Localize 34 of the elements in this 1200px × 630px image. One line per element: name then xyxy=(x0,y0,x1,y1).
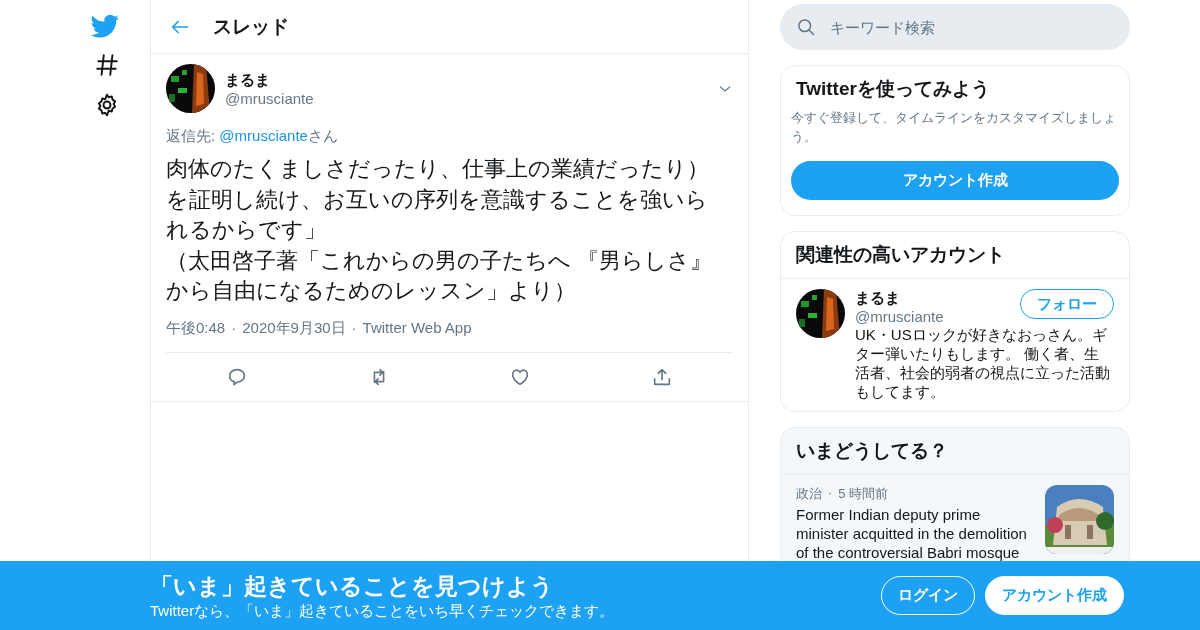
trend-category[interactable]: 政治 xyxy=(796,485,822,503)
user-name[interactable]: まるま xyxy=(855,289,944,308)
bird-logo-icon[interactable] xyxy=(90,12,120,38)
search-field[interactable]: キーワード検索 xyxy=(780,4,1130,50)
sign-up-button[interactable]: アカウント作成 xyxy=(791,161,1119,200)
banner-subtitle: Twitterなら、「いま」起きていることをいち早くチェックできます。 xyxy=(150,601,616,621)
follow-button[interactable]: フォロー xyxy=(1020,289,1114,319)
tweet-text: （太田啓子著「これからの男の子たちへ 『男らしさ』から自由になるためのレッスン」より） xyxy=(166,246,714,305)
card-title: いまどうしてる？ xyxy=(795,439,949,463)
separator-dot: · xyxy=(828,485,833,502)
search-icon xyxy=(796,17,816,37)
tweet-date[interactable]: 2020年9月30日 xyxy=(242,318,346,338)
tweet-source[interactable]: Twitter Web App xyxy=(362,318,472,338)
separator-dot: · xyxy=(351,318,357,338)
banner-title: 「いま」起きていることを見つけよう xyxy=(150,571,555,601)
user-handle[interactable]: @mrusciante xyxy=(225,89,707,107)
tweet-text: 肉体のたくましさだったり、仕事上の業績だったり）を証明し続け、お互いの序列を意識することを強いられるからです」 xyxy=(166,155,710,244)
trend-headline[interactable]: Former Indian deputy prime minister acquitted in the demolition of the controversial Babri mosque xyxy=(796,505,1033,562)
avatar[interactable] xyxy=(796,289,845,338)
mention-link[interactable]: @mrusciante xyxy=(219,127,308,144)
separator-dot: · xyxy=(231,318,237,338)
card-description: 今すぐ登録して、タイムラインをカスタマイズしましょう。 xyxy=(790,109,1117,146)
user-bio: UK・USロックが好きなおっさん。ギター弾いたりもします。 働く者、生活者、社会的弱者の視点に立った活動もしてます。 xyxy=(855,325,1111,401)
user-handle[interactable]: @mrusciante xyxy=(855,308,944,325)
trend-time: 5 時間前 xyxy=(838,485,889,503)
card-title: Twitterを使ってみよう xyxy=(795,77,991,101)
sign-up-button[interactable]: アカウント作成 xyxy=(985,576,1124,615)
tweet-time[interactable]: 午後0:48 xyxy=(166,318,226,338)
hashtag-icon[interactable] xyxy=(94,52,120,78)
header-title: スレッド xyxy=(213,14,289,39)
card-title: 関連性の高いアカウント xyxy=(795,243,1006,267)
avatar[interactable] xyxy=(166,64,215,113)
user-name[interactable]: まるま xyxy=(225,70,707,90)
reply-to-text: 返信先: @mruscianteさん xyxy=(166,127,339,146)
